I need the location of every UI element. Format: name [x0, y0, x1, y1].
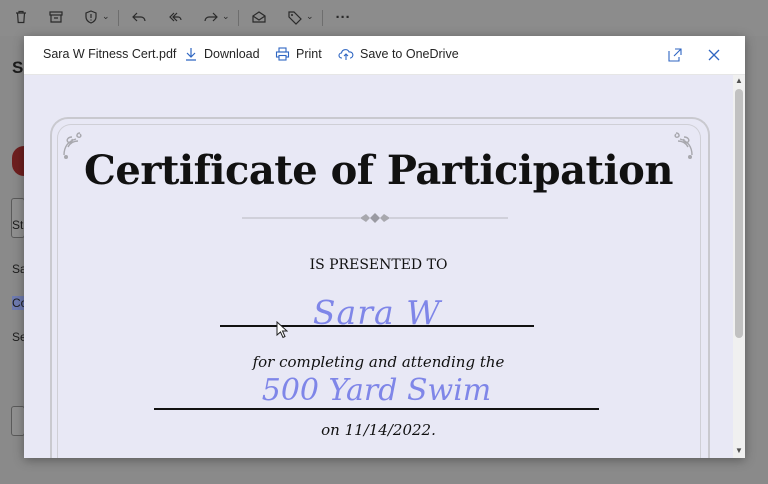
scroll-thumb[interactable]	[735, 89, 743, 338]
download-label: Download	[204, 47, 260, 61]
scroll-up-icon[interactable]: ▲	[735, 77, 743, 85]
event-underline	[154, 408, 599, 410]
more-options-icon[interactable]: ···	[334, 9, 352, 27]
background-box	[11, 406, 25, 436]
cloud-upload-icon	[338, 49, 354, 60]
certificate-title: Certificate of Participation	[84, 147, 673, 194]
forward-icon[interactable]	[202, 9, 220, 27]
vertical-scrollbar[interactable]: ▲ ▼	[733, 75, 745, 458]
mouse-cursor-icon	[276, 321, 288, 339]
chevron-down-icon[interactable]: ⌄	[222, 11, 230, 22]
chevron-down-icon[interactable]: ⌄	[306, 11, 314, 22]
ornamental-divider-icon	[242, 213, 508, 223]
presented-to-label: IS PRESENTED TO	[309, 257, 448, 273]
tag-icon[interactable]	[286, 9, 304, 27]
background-fragment: S	[12, 58, 24, 77]
save-to-onedrive-button[interactable]: Save to OneDrive	[338, 47, 459, 61]
pdf-viewer[interactable]: Certificate of Participation IS PRESENTE…	[24, 75, 733, 458]
onedrive-label: Save to OneDrive	[360, 47, 459, 61]
print-icon	[275, 47, 290, 61]
download-button[interactable]: Download	[184, 47, 260, 61]
date-text: on 11/14/2022.	[321, 421, 436, 439]
pop-out-icon[interactable]	[667, 47, 683, 63]
background-fragment: St	[12, 218, 24, 232]
toolbar-separator	[322, 10, 323, 26]
close-icon[interactable]	[705, 46, 723, 64]
archive-icon[interactable]	[47, 9, 65, 27]
background-toolbar: ⌄ ⌄ ⌄ ···	[0, 0, 768, 36]
delete-icon[interactable]	[12, 9, 30, 27]
chevron-down-icon[interactable]: ⌄	[102, 11, 110, 22]
print-button[interactable]: Print	[275, 47, 322, 61]
toolbar-separator	[118, 10, 119, 26]
print-label: Print	[296, 47, 322, 61]
report-icon[interactable]	[82, 9, 100, 27]
dialog-header: Sara W Fitness Cert.pdf Download Print S…	[24, 36, 745, 75]
recipient-underline	[220, 325, 534, 327]
scroll-down-icon[interactable]: ▼	[735, 447, 743, 455]
mark-read-icon[interactable]	[250, 9, 268, 27]
attachment-preview-dialog: Sara W Fitness Cert.pdf Download Print S…	[24, 36, 745, 458]
event-name: 500 Yard Swim	[261, 373, 492, 408]
background-reading-pane: S St Sa Co Se	[0, 36, 36, 484]
background-bottom-edge	[0, 458, 768, 484]
completing-text: for completing and attending the	[252, 353, 505, 371]
reply-icon[interactable]	[130, 9, 148, 27]
background-right-edge	[745, 36, 768, 484]
toolbar-separator	[238, 10, 239, 26]
file-name: Sara W Fitness Cert.pdf	[43, 47, 177, 61]
reply-all-icon[interactable]	[166, 9, 184, 27]
download-icon	[186, 48, 196, 61]
